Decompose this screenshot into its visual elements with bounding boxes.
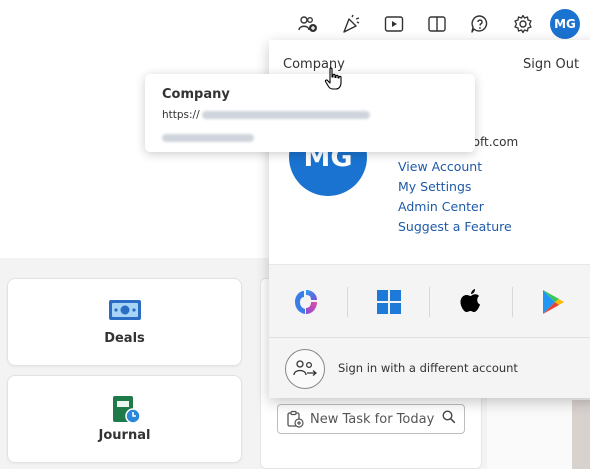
journal-tile[interactable]: Journal [7,375,242,463]
apps-divider [512,287,513,317]
new-task-icon [286,410,304,428]
account-links: View Account My Settings Admin Center Su… [398,157,512,237]
gear-icon[interactable] [509,10,537,38]
deals-tile[interactable]: Deals [7,278,242,366]
admin-center-link[interactable]: Admin Center [398,197,512,217]
switch-account-icon [285,349,325,389]
new-task-input[interactable]: New Task for Today [277,404,465,434]
deals-icon [108,297,142,327]
search-icon[interactable] [442,410,456,428]
switch-account-row[interactable]: Sign in with a different account [269,338,590,398]
redacted-text [201,111,370,119]
apple-icon[interactable] [455,286,487,318]
celebrate-icon[interactable] [337,10,365,38]
switch-account-label: Sign in with a different account [338,361,518,375]
apps-divider [429,287,430,317]
journal-icon [108,394,142,428]
apps-row [269,264,590,338]
redacted-text [162,134,254,142]
user-avatar-button[interactable]: MG [550,9,580,39]
sign-out-button[interactable]: Sign Out [523,57,579,72]
top-toolbar: MG [279,8,590,40]
my-settings-link[interactable]: My Settings [398,177,512,197]
book-icon[interactable] [423,10,451,38]
tooltip-detail [162,127,254,146]
view-account-link[interactable]: View Account [398,157,512,177]
help-icon[interactable] [466,10,494,38]
add-user-icon[interactable] [294,10,322,38]
journal-label: Journal [98,428,151,443]
hand-cursor-icon [324,67,344,95]
apps-divider [347,287,348,317]
microsoft-copilot-icon[interactable] [290,286,322,318]
google-play-icon[interactable] [537,286,569,318]
windows-icon[interactable] [373,286,405,318]
suggest-feature-link[interactable]: Suggest a Feature [398,217,512,237]
company-tooltip: Company https:// [145,74,475,152]
play-icon[interactable] [380,10,408,38]
deals-label: Deals [104,331,145,346]
tooltip-title: Company [162,87,230,102]
right-panel-image [572,400,590,469]
tooltip-url-prefix: https:// [162,109,200,121]
tooltip-url: https:// [162,109,370,121]
new-task-placeholder: New Task for Today [310,411,435,427]
